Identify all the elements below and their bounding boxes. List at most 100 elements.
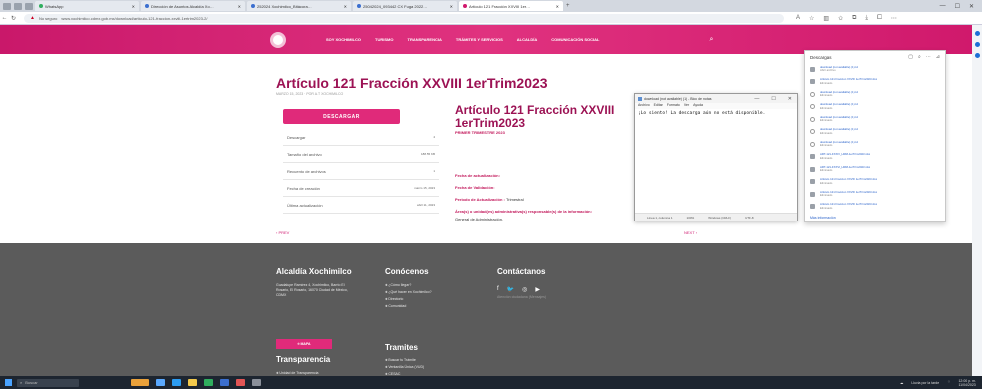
browser-tab[interactable]: Artículo 121 Fracción XXVIII 1er… ✕ xyxy=(459,1,563,11)
notepad-menu-item[interactable]: Editar xyxy=(654,103,663,109)
next-link[interactable]: NEXT › xyxy=(684,230,697,235)
youtube-icon[interactable]: ▶ xyxy=(535,286,540,293)
minimize-icon[interactable]: — xyxy=(940,3,946,10)
download-item[interactable]: download (not available) (1).txt Eliminad… xyxy=(805,126,945,139)
map-button[interactable]: ⌾ MAPA xyxy=(276,339,332,349)
read-aloud-icon[interactable]: A xyxy=(796,15,800,22)
reload-icon[interactable]: ↻ xyxy=(9,15,18,22)
download-item[interactable]: download (not available) (1).txt Eliminad… xyxy=(805,113,945,126)
new-tab-icon[interactable]: + xyxy=(566,3,570,9)
more-icon[interactable]: ⋯ xyxy=(891,15,897,22)
notepad-window[interactable]: download (not available) (1) - Bloc de n… xyxy=(634,93,798,221)
edge-icon[interactable] xyxy=(172,379,181,386)
download-item[interactable]: download (not available) (1).txt Eliminad… xyxy=(805,88,945,101)
download-item[interactable]: download (not available) (1).txt Eliminad… xyxy=(805,138,945,151)
notepad-maximize-icon[interactable]: ☐ xyxy=(771,96,775,102)
news-widget-icon[interactable] xyxy=(131,379,149,386)
download-item[interactable]: Articulo 121 Fraccion XXVIII 1erTrim2023… xyxy=(805,188,945,201)
workspaces-icon[interactable] xyxy=(14,2,22,10)
menu-item[interactable]: TURISMO xyxy=(375,37,393,42)
download-icon[interactable]: ⤓ xyxy=(865,15,868,22)
download-item[interactable]: Articulo 121 Fraccion XXVIII 1erTrim2023… xyxy=(805,201,945,214)
clock[interactable]: 12:00 p. m. 11/04/2023 xyxy=(958,379,976,387)
instagram-icon[interactable]: ◎ xyxy=(522,286,527,293)
tab-close-icon[interactable]: ✕ xyxy=(556,4,559,9)
footer-link[interactable]: ¿Qué hacer en Xochimilco? xyxy=(385,290,431,297)
window-menu-icon[interactable] xyxy=(3,2,11,10)
more-info-link[interactable]: Más información xyxy=(805,213,945,220)
browser-tab[interactable]: Dirección de Asuntos Alcaldía Xo… ✕ xyxy=(141,1,245,11)
tab-close-icon[interactable]: ✕ xyxy=(238,4,241,9)
notepad-menu-item[interactable]: Formato xyxy=(667,103,680,109)
tab-close-icon[interactable]: ✕ xyxy=(132,4,135,9)
prev-link[interactable]: ‹ PREV xyxy=(276,230,289,235)
notepad-menu-item[interactable]: Ver xyxy=(684,103,689,109)
search-downloads-icon[interactable]: ⌕ xyxy=(918,54,921,60)
search-icon[interactable]: ⌕ xyxy=(709,36,713,44)
tab-actions-icon[interactable] xyxy=(25,2,33,10)
notepad-menu-item[interactable]: Ayuda xyxy=(693,103,703,109)
pin-icon[interactable]: ⊿ xyxy=(936,54,940,60)
download-button[interactable]: DESCARGAR xyxy=(283,109,400,124)
download-item[interactable]: download (not available) (1).txt Abrir ar… xyxy=(805,63,945,76)
footer-link[interactable]: ¿Cómo llegar? xyxy=(385,283,432,290)
collections-icon[interactable]: ⧉ xyxy=(852,15,856,22)
sidebar-search-icon[interactable] xyxy=(974,31,980,36)
facebook-icon[interactable]: f xyxy=(497,286,499,293)
weather-text[interactable]: Lluvia por la tarde xyxy=(911,381,939,385)
menu-item[interactable]: TRANSPARENCIA xyxy=(408,37,442,42)
download-text: ART-121-FXXVI_HRM-1erTrim2023.xlsx Elimin… xyxy=(820,166,870,173)
menu-item[interactable]: ALCALDÍA xyxy=(517,37,537,42)
menu-item[interactable]: COMUNICACIÓN SOCIAL xyxy=(551,37,599,42)
task-view-icon[interactable] xyxy=(156,379,165,386)
tab-close-icon[interactable]: ✕ xyxy=(450,4,453,9)
browser-tab[interactable]: WhatsApp ✕ xyxy=(35,1,139,11)
notepad-minimize-icon[interactable]: — xyxy=(754,96,759,102)
outlook-icon[interactable] xyxy=(220,379,229,386)
sidebar-copilot-icon[interactable] xyxy=(974,42,980,47)
menu-item[interactable]: SOY XOCHIMILCO xyxy=(326,37,361,42)
footer-link[interactable]: Ventanilla Única (VUD) xyxy=(385,365,424,372)
menu-item[interactable]: TRÁMITES Y SERVICIOS xyxy=(456,37,503,42)
notepad-titlebar[interactable]: download (not available) (1) - Bloc de n… xyxy=(635,94,797,103)
footer-link[interactable]: Buscar tu Trámite xyxy=(385,358,424,365)
network-icon[interactable]: ⌔ xyxy=(947,380,950,385)
download-item[interactable]: Articulo 121 Fraccion XXVIII 1erTrim2023… xyxy=(805,176,945,189)
favorite-icon[interactable]: ☆ xyxy=(809,15,814,22)
sidebar-tools-icon[interactable] xyxy=(974,53,980,58)
tab-label: Artículo 121 Fracción XXVIII 1er… xyxy=(469,3,531,9)
open-folder-icon[interactable]: ▢ xyxy=(908,54,913,60)
footer-link[interactable]: Directorio xyxy=(385,297,432,304)
download-item[interactable]: download (not available) (1).txt Eliminad… xyxy=(805,101,945,114)
tab-close-icon[interactable]: ✕ xyxy=(344,4,347,9)
xochimilco-logo[interactable] xyxy=(270,31,286,48)
file-explorer-icon[interactable] xyxy=(188,379,197,386)
site-footer: Alcaldía Xochimilco Guadalupe Ramírez 4,… xyxy=(0,243,972,376)
taskbar-search[interactable]: ⌕ Buscar xyxy=(17,378,79,387)
twitter-icon[interactable]: 🐦 xyxy=(507,286,514,293)
maximize-icon[interactable]: ☐ xyxy=(955,3,960,10)
notepad-taskbar-icon[interactable] xyxy=(252,379,261,386)
notepad-menu-item[interactable]: Archivo xyxy=(638,103,650,109)
footer-link[interactable]: Comunidad xyxy=(385,304,432,311)
back-icon[interactable]: ← xyxy=(0,15,9,21)
file-info-value: marzo 15, 2023 xyxy=(414,186,435,190)
browser-tab[interactable]: 252024 Xochimilco_Bitácora… ✕ xyxy=(247,1,351,11)
download-status: Eliminado xyxy=(820,105,833,110)
notepad-text-area[interactable]: ¡Lo siento! La descarga aún no está disp… xyxy=(635,109,797,213)
close-icon[interactable]: ✕ xyxy=(969,3,974,10)
download-item[interactable]: ART-121-FXXIV_HRM-1erTrim2023.xlsx Elimin… xyxy=(805,151,945,164)
more-options-icon[interactable]: ⋯ xyxy=(926,54,931,60)
browser-tab[interactable]: 25042024_093442 CX Fuga 2022… ✕ xyxy=(353,1,457,11)
download-item[interactable]: ART-121-FXXVI_HRM-1erTrim2023.xlsx Elimin… xyxy=(805,163,945,176)
start-icon[interactable] xyxy=(5,379,12,386)
excel-icon[interactable] xyxy=(204,379,213,386)
split-screen-icon[interactable]: ▥ xyxy=(823,15,829,22)
favorites-icon[interactable]: ✩ xyxy=(838,15,843,22)
download-item[interactable]: Articulo 121 Fraccion XXVIII 1erTrim2023… xyxy=(805,76,945,89)
extensions-icon[interactable]: ⧠ xyxy=(877,15,882,22)
url-field[interactable]: ▲ No seguro www.xochimilco.cdmx.gob.mx/d… xyxy=(24,13,784,23)
chrome-icon[interactable] xyxy=(236,379,245,386)
notepad-close-icon[interactable]: ✕ xyxy=(788,96,792,102)
file-info-row: Descargar 4 xyxy=(283,129,439,146)
